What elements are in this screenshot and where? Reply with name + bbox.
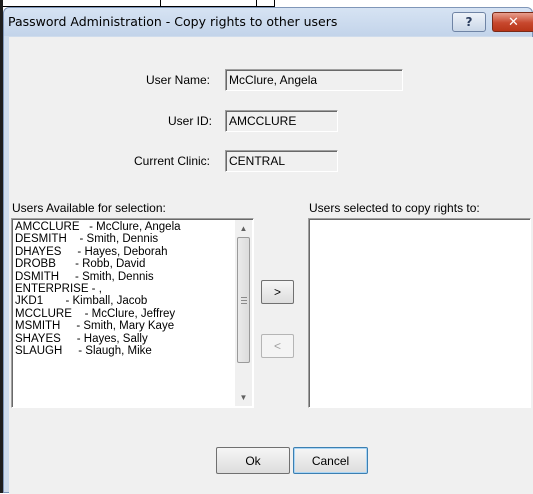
current-clinic-field: CENTRAL: [225, 150, 338, 172]
chevron-left-icon: <: [273, 339, 281, 353]
remove-user-button[interactable]: <: [261, 334, 294, 358]
cancel-button-label: Cancel: [311, 453, 350, 468]
close-icon: ✕: [508, 14, 519, 30]
list-item[interactable]: SLAUGH - Slaugh, Mike: [15, 345, 215, 357]
copy-rights-dialog: Password Administration - Copy rights to…: [3, 7, 533, 494]
scroll-grip-icon: [241, 300, 247, 301]
dialog-body: User Name: McClure, Angela User ID: AMCC…: [9, 37, 533, 494]
user-id-field: AMCCLURE: [225, 110, 338, 132]
add-user-button[interactable]: >: [261, 280, 294, 304]
user-name-label: User Name:: [146, 73, 211, 87]
cancel-button[interactable]: Cancel: [293, 447, 368, 474]
user-id-label: User ID:: [168, 114, 213, 128]
scroll-grip-icon: [241, 303, 247, 304]
list-item[interactable]: DESMITH - Smith, Dennis: [15, 233, 215, 245]
available-users-scrollbar[interactable]: ▲ ▼: [235, 220, 252, 406]
close-button[interactable]: ✕: [492, 12, 533, 32]
selected-users-label: Users selected to copy rights to:: [309, 201, 480, 215]
list-item[interactable]: AMCCLURE - McClure, Angela: [15, 221, 215, 233]
list-item[interactable]: MCCLURE - McClure, Jeffrey: [15, 308, 215, 320]
title-bar: Password Administration - Copy rights to…: [4, 8, 533, 36]
chevron-right-icon: >: [273, 285, 281, 299]
list-item[interactable]: DSMITH - Smith, Dennis: [15, 271, 215, 283]
help-icon: ?: [465, 15, 473, 29]
user-name-field: McClure, Angela: [225, 69, 403, 91]
available-users-label: Users Available for selection:: [12, 201, 166, 215]
list-item[interactable]: JKD1 - Kimball, Jacob: [15, 295, 215, 307]
list-item[interactable]: ENTERPRISE - ,: [15, 283, 215, 295]
ok-button-label: Ok: [245, 453, 261, 468]
available-users-list[interactable]: AMCCLURE - McClure, Angela DESMITH - Smit…: [11, 218, 254, 408]
current-clinic-label: Current Clinic:: [134, 154, 211, 168]
selected-users-list[interactable]: [308, 218, 531, 408]
scroll-grip-icon: [241, 297, 247, 298]
help-button[interactable]: ?: [452, 12, 486, 32]
available-users-items: AMCCLURE - McClure, Angela DESMITH - Smit…: [15, 221, 215, 357]
list-item[interactable]: MSMITH - Smith, Mary Kaye: [15, 320, 215, 332]
window-title: Password Administration - Copy rights to…: [8, 14, 338, 29]
list-item[interactable]: DROBB - Robb, David: [15, 258, 215, 270]
scroll-thumb[interactable]: [237, 237, 250, 363]
list-item[interactable]: SHAYES - Hayes, Sally: [15, 333, 215, 345]
scroll-up-arrow-icon[interactable]: ▲: [235, 220, 252, 237]
list-item[interactable]: DHAYES - Hayes, Deborah: [15, 246, 215, 258]
ok-button[interactable]: Ok: [216, 447, 290, 474]
scroll-down-arrow-icon[interactable]: ▼: [235, 389, 252, 406]
